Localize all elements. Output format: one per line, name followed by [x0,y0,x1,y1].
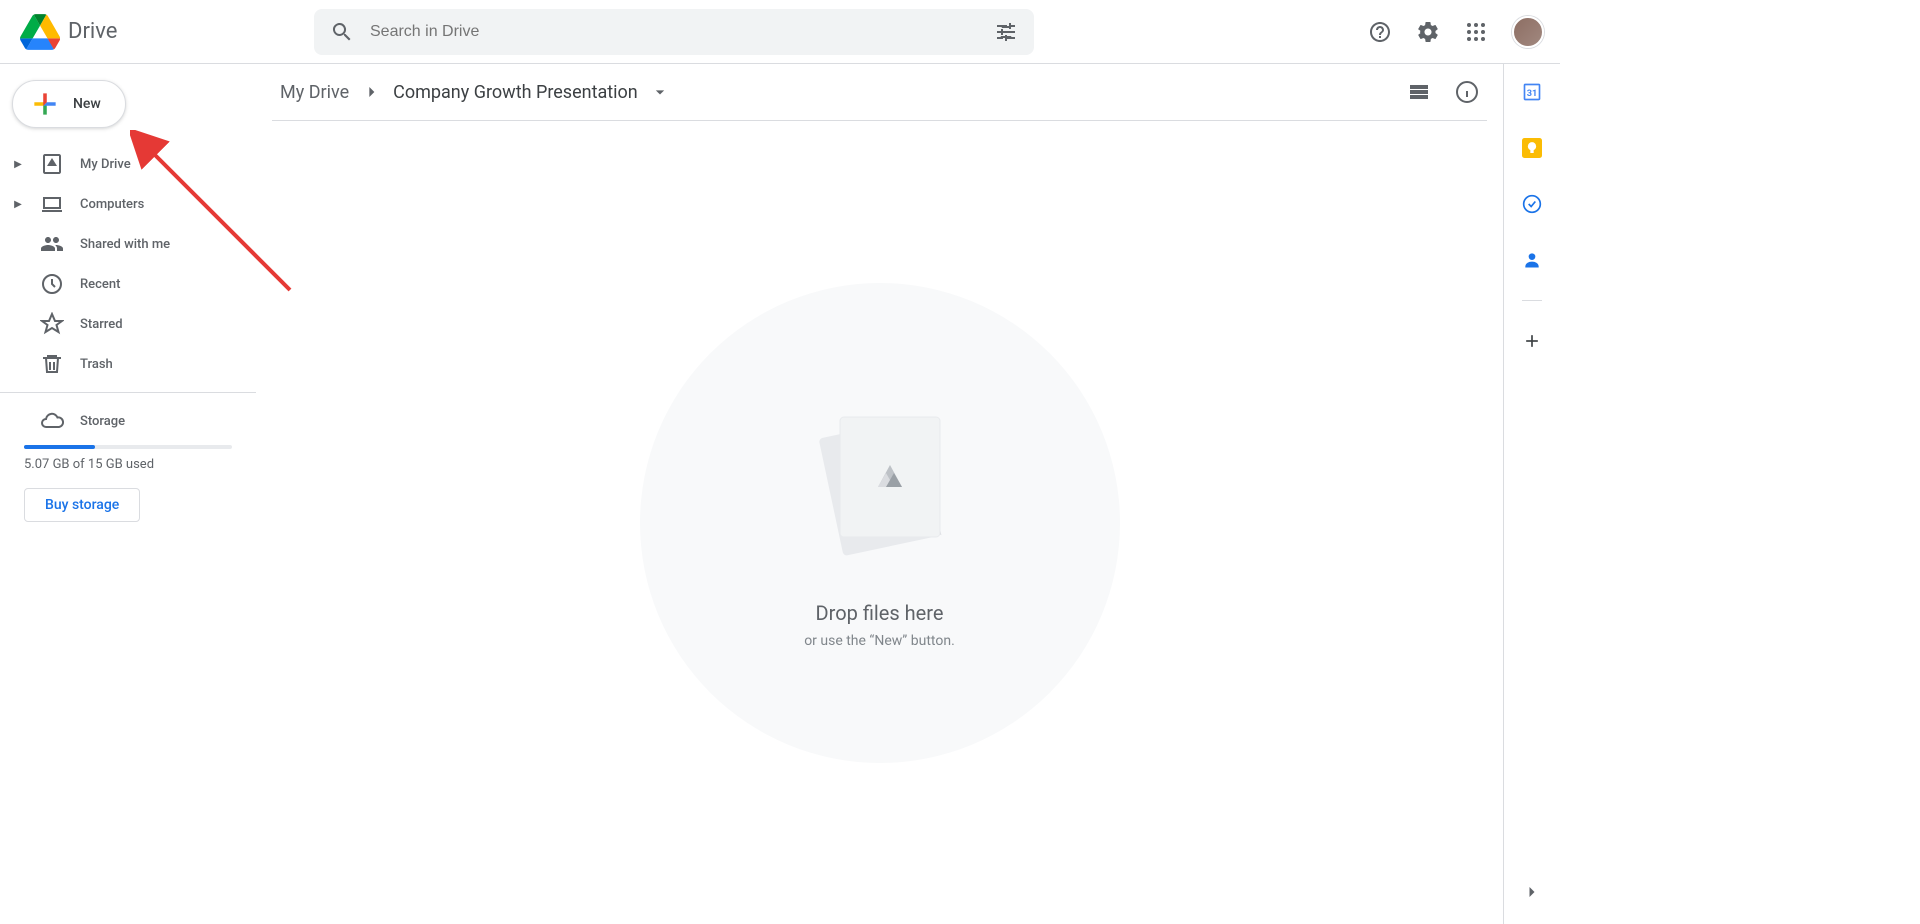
storage-used-text: 5.07 GB of 15 GB used [24,457,232,472]
contacts-app-icon[interactable] [1512,240,1552,280]
empty-state[interactable]: Drop files here or use the “New” button. [256,121,1503,924]
buy-storage-button[interactable]: Buy storage [24,488,140,522]
breadcrumb: My Drive Company Growth Presentation [272,78,670,107]
my-drive-icon [40,152,64,176]
keep-app-icon[interactable] [1512,128,1552,168]
svg-text:31: 31 [1527,89,1538,99]
sidebar-item-recent[interactable]: Recent [0,264,256,304]
shared-icon [40,232,64,256]
empty-files-icon [800,397,960,577]
drive-logo[interactable]: Drive [8,12,117,52]
computers-icon [40,192,64,216]
new-button[interactable]: New [12,80,126,128]
search-icon[interactable] [322,12,362,52]
sidebar-item-my-drive[interactable]: ▶ My Drive [0,144,256,184]
sidebar-item-trash[interactable]: Trash [0,344,256,384]
storage-progress [24,445,232,449]
header-actions [1360,12,1552,52]
expand-caret-icon[interactable]: ▶ [12,199,24,210]
dropdown-caret-icon[interactable] [650,82,670,102]
recent-icon [40,272,64,296]
calendar-app-icon[interactable]: 31 [1512,72,1552,112]
side-panel: 31 [1504,64,1560,924]
sidepanel-divider [1522,300,1542,301]
drive-logo-icon [20,12,60,52]
sidebar-item-shared[interactable]: Shared with me [0,224,256,264]
app-header: Drive [0,0,1560,64]
add-app-icon[interactable] [1512,321,1552,361]
list-view-icon[interactable] [1399,72,1439,112]
apps-icon[interactable] [1456,12,1496,52]
new-button-label: New [73,96,101,112]
sidebar: New ▶ My Drive ▶ Computers Shared with m… [0,64,256,924]
sidebar-item-label: My Drive [80,157,131,172]
support-icon[interactable] [1360,12,1400,52]
sidebar-item-storage[interactable]: Storage [0,401,256,441]
toolbar: My Drive Company Growth Presentation [256,64,1503,112]
drop-zone: Drop files here or use the “New” button. [640,283,1120,763]
star-icon [40,312,64,336]
details-icon[interactable] [1447,72,1487,112]
sidebar-item-label: Trash [80,357,113,372]
search-options-icon[interactable] [986,12,1026,52]
expand-caret-icon[interactable]: ▶ [12,159,24,170]
account-avatar[interactable] [1512,16,1544,48]
tasks-app-icon[interactable] [1512,184,1552,224]
sidebar-item-label: Starred [80,317,123,332]
toolbar-actions [1399,72,1487,112]
cloud-icon [40,409,64,433]
storage-label: Storage [80,414,125,429]
breadcrumb-current[interactable]: Company Growth Presentation [385,78,646,107]
sidebar-divider [0,392,256,393]
hide-sidepanel-icon[interactable] [1512,872,1552,912]
sidebar-item-label: Shared with me [80,237,170,252]
empty-title: Drop files here [816,601,944,625]
breadcrumb-root[interactable]: My Drive [272,78,357,107]
settings-icon[interactable] [1408,12,1448,52]
search-input[interactable] [362,23,986,41]
plus-icon [29,88,61,120]
empty-subtitle: or use the “New” button. [804,633,955,649]
sidebar-item-label: Recent [80,277,120,292]
chevron-right-icon [361,82,381,102]
main-content: My Drive Company Growth Presentation [256,64,1504,924]
sidebar-item-starred[interactable]: Starred [0,304,256,344]
trash-icon [40,352,64,376]
sidebar-item-label: Computers [80,197,144,212]
sidebar-item-computers[interactable]: ▶ Computers [0,184,256,224]
storage-progress-fill [24,445,95,449]
search-bar[interactable] [314,9,1034,55]
logo-area: Drive [8,12,256,52]
app-name: Drive [68,19,117,44]
